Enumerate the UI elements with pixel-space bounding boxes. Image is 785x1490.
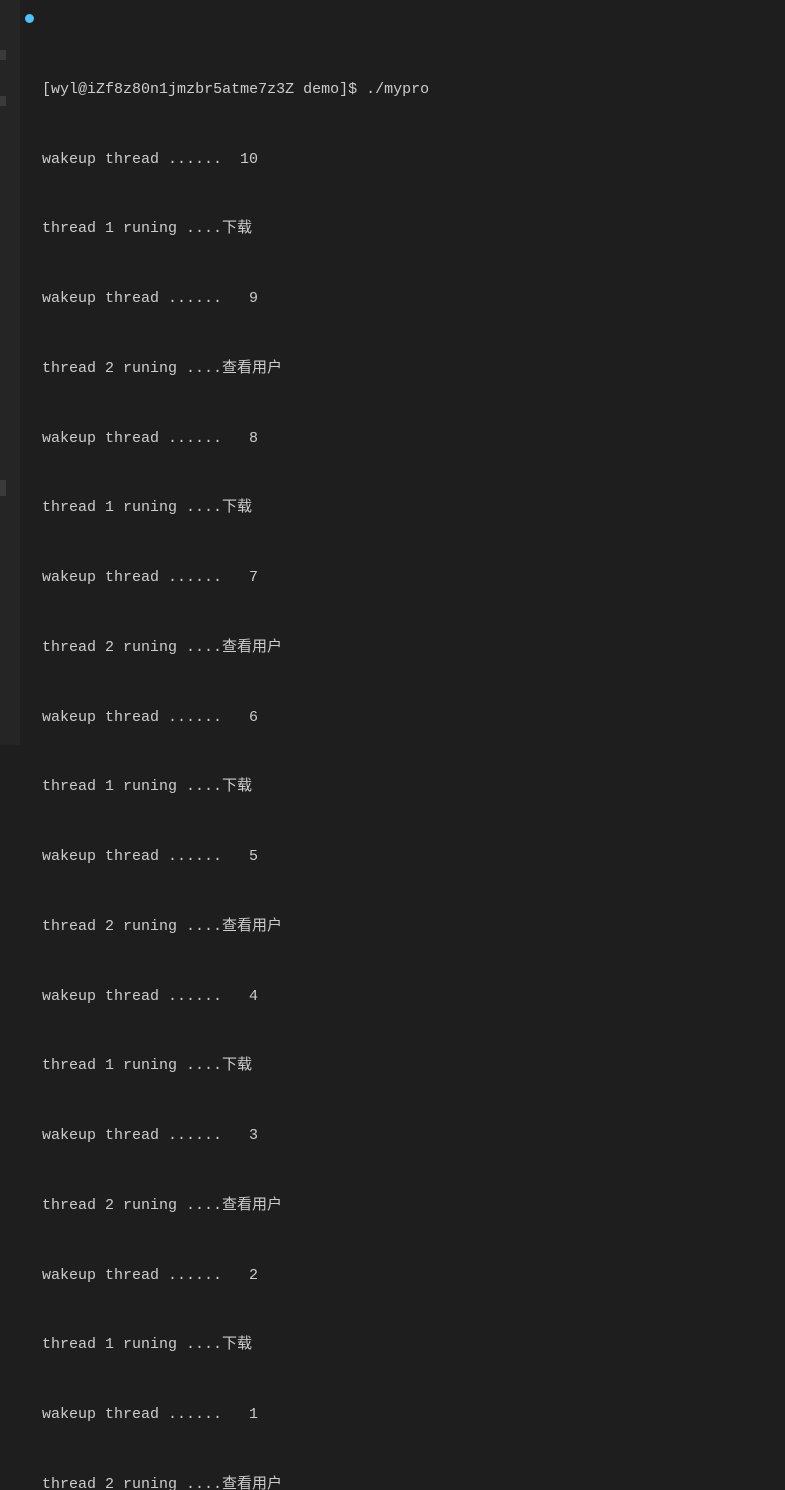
terminal-output-line: wakeup thread ...... 9 <box>24 287 781 310</box>
terminal-output-line: thread 1 runing ....下载 <box>24 775 781 798</box>
editor-gutter <box>0 0 20 745</box>
terminal-output-line: thread 1 runing ....下载 <box>24 217 781 240</box>
prompt-user: wyl <box>51 81 78 98</box>
prompt-symbol: $ <box>348 81 357 98</box>
terminal-output-line: wakeup thread ...... 10 <box>24 148 781 171</box>
terminal-output-line: thread 2 runing ....查看用户 <box>24 1194 781 1217</box>
terminal-output-line: wakeup thread ...... 3 <box>24 1124 781 1147</box>
gutter-mark <box>0 480 6 496</box>
terminal-output-line: thread 2 runing ....查看用户 <box>24 1473 781 1490</box>
terminal-output-line: wakeup thread ...... 6 <box>24 706 781 729</box>
prompt-host: iZf8z80n1jmzbr5atme7z3Z <box>87 81 294 98</box>
prompt-command: ./mypro <box>366 81 429 98</box>
terminal-output-line: thread 1 runing ....下载 <box>24 1333 781 1356</box>
terminal-output-line: thread 2 runing ....查看用户 <box>24 636 781 659</box>
terminal-output-line: wakeup thread ...... 1 <box>24 1403 781 1426</box>
terminal-output-line: wakeup thread ...... 2 <box>24 1264 781 1287</box>
gutter-mark <box>0 50 6 60</box>
terminal-output-line: wakeup thread ...... 5 <box>24 845 781 868</box>
terminal-output-line: wakeup thread ...... 7 <box>24 566 781 589</box>
prompt-cwd: demo <box>303 81 339 98</box>
terminal-panel[interactable]: [wyl@iZf8z80n1jmzbr5atme7z3Z demo]$ ./my… <box>20 0 785 745</box>
terminal-output-line: thread 2 runing ....查看用户 <box>24 915 781 938</box>
terminal-output-line: thread 2 runing ....查看用户 <box>24 357 781 380</box>
terminal-output-line: thread 1 runing ....下载 <box>24 496 781 519</box>
gutter-mark <box>0 96 6 106</box>
terminal-output-line: wakeup thread ...... 4 <box>24 985 781 1008</box>
modified-indicator-icon <box>25 14 34 23</box>
terminal-output-line: wakeup thread ...... 8 <box>24 427 781 450</box>
terminal-output-line: thread 1 runing ....下载 <box>24 1054 781 1077</box>
prompt-line: [wyl@iZf8z80n1jmzbr5atme7z3Z demo]$ ./my… <box>24 78 781 101</box>
